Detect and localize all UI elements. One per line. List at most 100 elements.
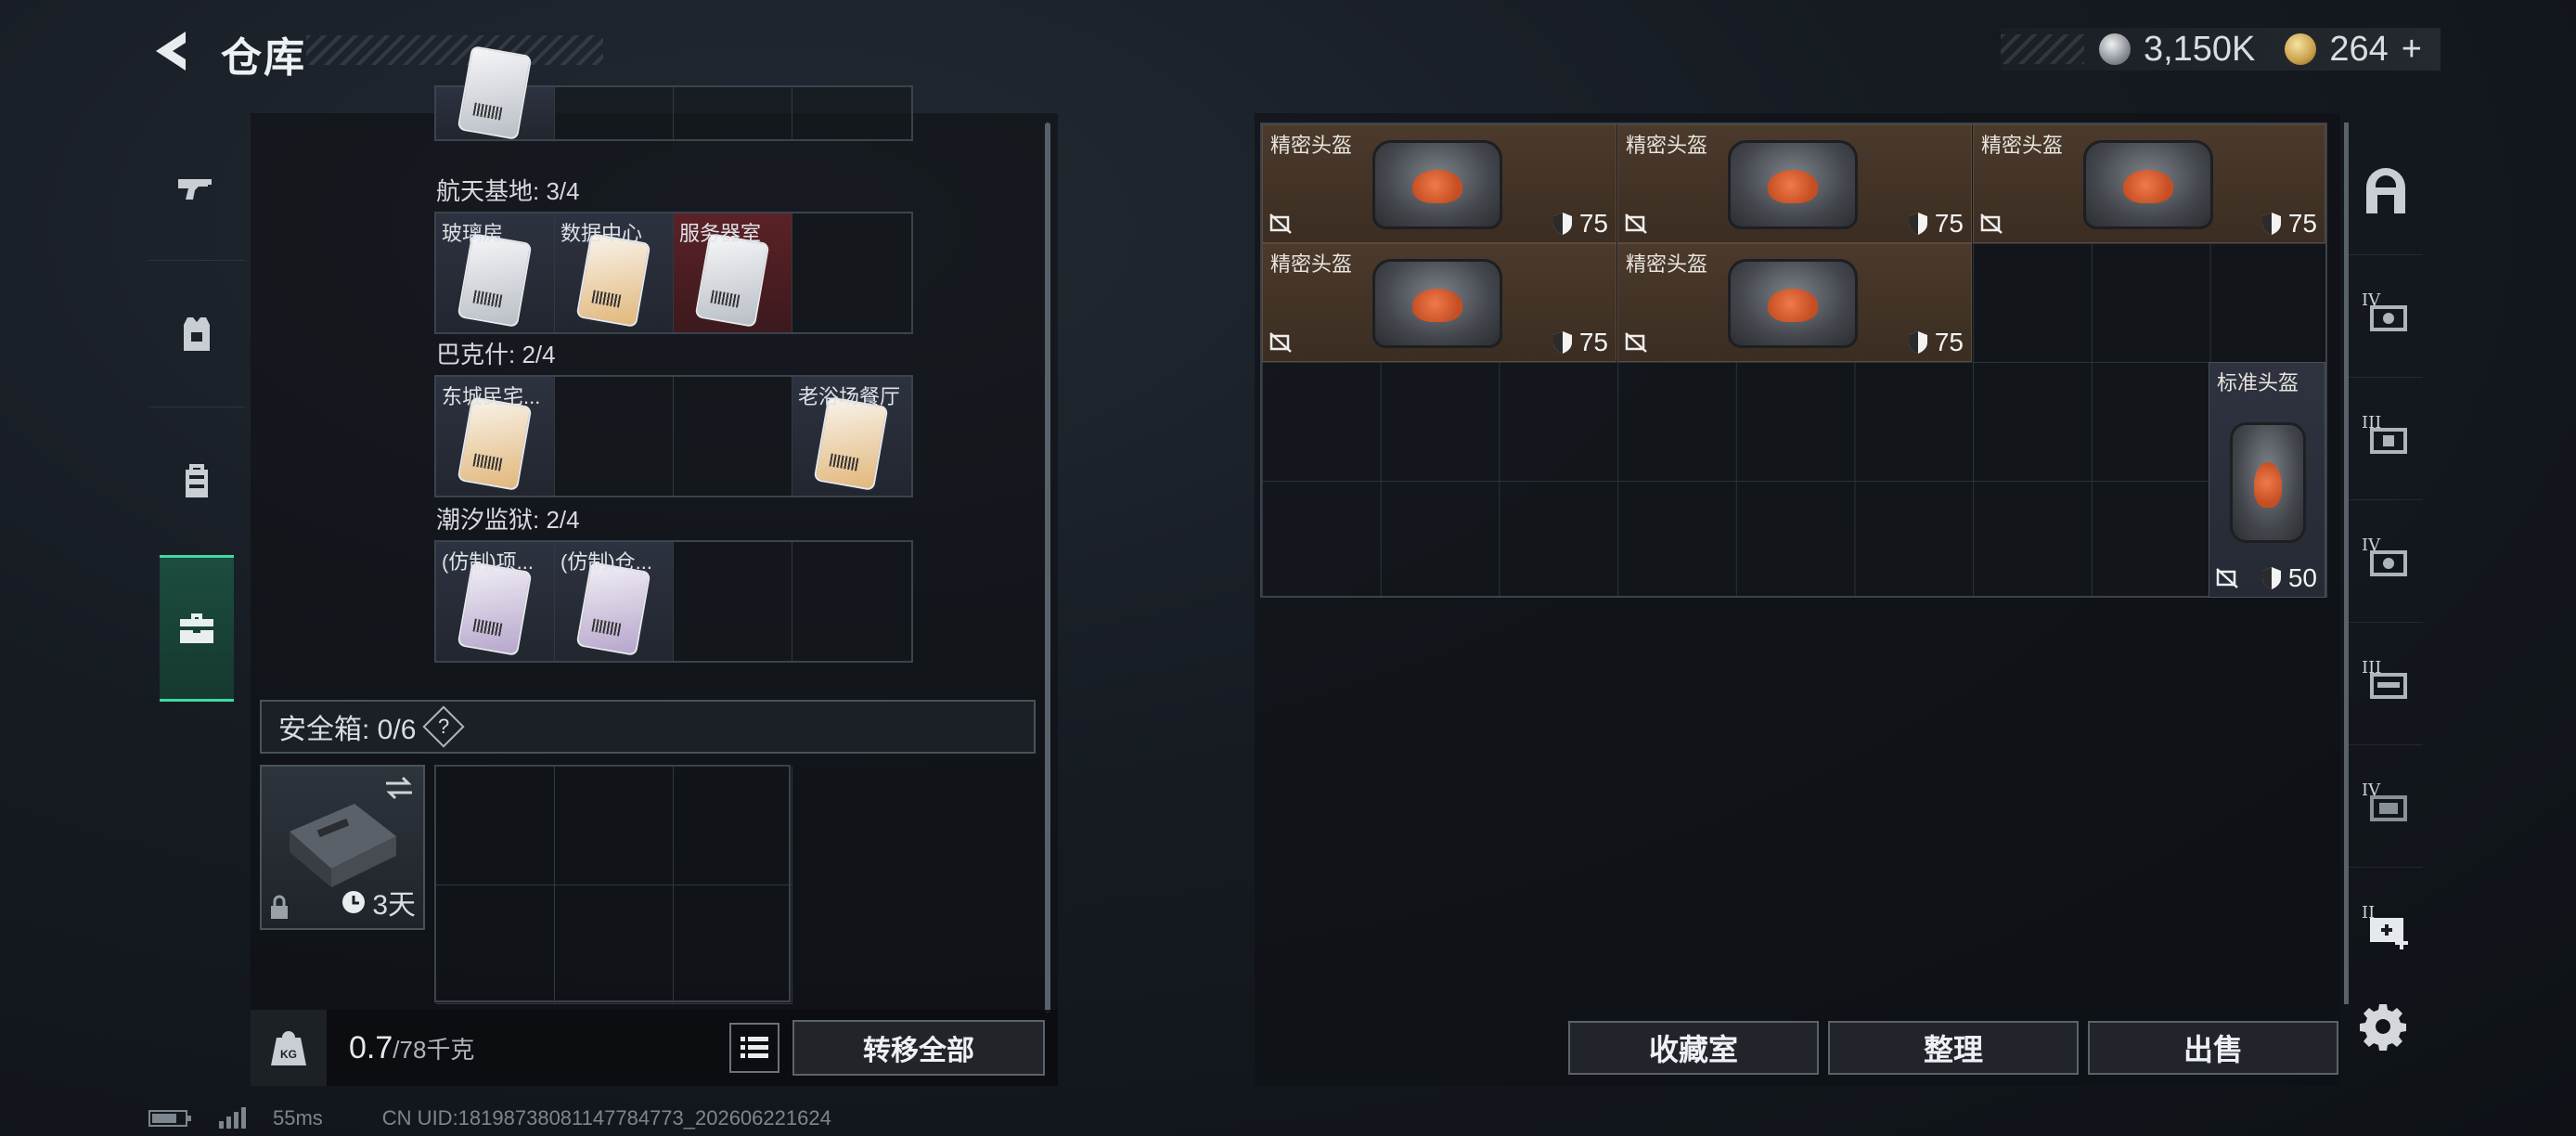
card-slot[interactable]: 东城民宅... xyxy=(436,377,555,496)
card-slot[interactable] xyxy=(674,542,792,661)
access-card-icon xyxy=(813,395,889,492)
access-card-icon xyxy=(457,561,533,657)
svg-text:KG: KG xyxy=(280,1048,297,1061)
status-footer: 55ms CN UID:18198738081147784773_2026062… xyxy=(148,1106,831,1130)
card-slot[interactable]: 老浴场餐厅 xyxy=(792,377,911,496)
access-card-icon xyxy=(457,395,533,492)
gold-amount: 264 xyxy=(2329,29,2389,69)
tab-page-3[interactable]: IV xyxy=(2349,499,2423,620)
scrollbar[interactable] xyxy=(1045,123,1050,1013)
helmet-icon xyxy=(1728,259,1858,348)
card-name: 数据中心 xyxy=(560,222,643,245)
no-trade-icon xyxy=(1269,213,1292,234)
card-slot[interactable] xyxy=(792,213,911,332)
item-name: 精密头盔 xyxy=(1270,252,1353,276)
durability: 75 xyxy=(2260,209,2317,239)
safe-slot[interactable] xyxy=(674,885,792,1004)
title-decoration xyxy=(306,35,603,65)
card-slot[interactable] xyxy=(674,377,792,496)
gun-icon xyxy=(178,179,212,200)
no-trade-icon xyxy=(1625,332,1647,353)
list-view-button[interactable] xyxy=(729,1023,779,1073)
shield-icon xyxy=(2261,567,2281,589)
card-slot[interactable] xyxy=(792,87,911,139)
durability-value: 75 xyxy=(2287,209,2317,238)
tier-label: III xyxy=(2362,658,2382,678)
no-trade-icon xyxy=(2216,568,2238,588)
card-name: 老浴场餐厅 xyxy=(798,385,901,408)
stash-item-helmet[interactable]: 精密头盔 75 xyxy=(1617,124,1972,243)
tab-add-page[interactable]: II xyxy=(2349,867,2423,988)
tab-armor[interactable] xyxy=(148,260,245,407)
page-title: 仓库 xyxy=(221,35,306,81)
stash-item-helmet[interactable]: 精密头盔 75 xyxy=(1617,243,1972,362)
item-name: 精密头盔 xyxy=(1626,134,1708,157)
durability-value: 75 xyxy=(1934,209,1964,238)
safe-slot[interactable] xyxy=(555,767,674,885)
safe-slot[interactable] xyxy=(555,885,674,1004)
card-slot[interactable] xyxy=(674,87,792,139)
add-currency-button[interactable]: + xyxy=(2402,30,2422,70)
card-row: (仿制)项... (仿制)仓... xyxy=(434,540,913,663)
currency-decoration xyxy=(2001,34,2084,64)
no-trade-icon xyxy=(1980,213,2003,234)
tab-home[interactable] xyxy=(2349,132,2423,252)
stash-panel: 精密头盔 75 精密头盔 75 精密头盔 75 精密头盔 75 精密头盔 75 xyxy=(1255,113,2340,1086)
group-label: 巴克什: 2/4 xyxy=(436,341,556,368)
stash-item-helmet[interactable]: 标准头盔 50 xyxy=(2209,362,2325,598)
sell-button[interactable]: 出售 xyxy=(2088,1021,2338,1075)
tab-page-1[interactable]: IV xyxy=(2349,254,2423,375)
gold-coin-icon xyxy=(2285,33,2317,65)
card-row-partial xyxy=(434,45,913,141)
weight-icon: KG xyxy=(251,1010,327,1086)
tab-page-2[interactable]: III xyxy=(2349,377,2423,497)
tier-label: II xyxy=(2362,903,2376,923)
swap-icon[interactable] xyxy=(382,774,416,802)
organize-button[interactable]: 整理 xyxy=(1828,1021,2079,1075)
card-slot[interactable] xyxy=(792,542,911,661)
tier-label: III xyxy=(2362,413,2382,432)
stash-actions: 收藏室 整理 出售 xyxy=(1568,1021,2338,1075)
card-slot[interactable] xyxy=(555,87,674,139)
access-card-icon xyxy=(457,45,533,141)
safe-box-item[interactable]: 3天 xyxy=(260,765,425,930)
signal-icon xyxy=(219,1107,246,1129)
tab-backpack[interactable] xyxy=(148,407,245,553)
backpack-icon xyxy=(186,463,208,497)
timer-text: 3天 xyxy=(372,890,416,921)
card-slot[interactable] xyxy=(555,377,674,496)
card-slot[interactable]: 服务器室 xyxy=(674,213,792,332)
card-slot[interactable]: (仿制)项... xyxy=(436,542,555,661)
tab-page-4[interactable]: III xyxy=(2349,622,2423,742)
back-button[interactable] xyxy=(148,28,195,74)
card-slot[interactable] xyxy=(436,45,555,141)
tab-storage[interactable] xyxy=(160,555,234,702)
card-slot[interactable]: 数据中心 xyxy=(555,213,674,332)
safe-slot[interactable] xyxy=(674,767,792,885)
toolbox-icon xyxy=(180,613,213,643)
access-card-icon xyxy=(575,232,651,329)
safe-slot[interactable] xyxy=(436,767,555,885)
safe-slot[interactable] xyxy=(436,885,555,1004)
no-trade-icon xyxy=(1625,213,1647,234)
transfer-all-button[interactable]: 转移全部 xyxy=(792,1020,1045,1076)
card-slot[interactable]: (仿制)仓... xyxy=(555,542,674,661)
collection-button[interactable]: 收藏室 xyxy=(1568,1021,1819,1075)
card-name: (仿制)仓... xyxy=(560,550,652,574)
weight-text: 0.7/78千克 xyxy=(349,1030,474,1066)
card-name: 玻璃房 xyxy=(442,222,504,245)
item-name: 精密头盔 xyxy=(1981,134,2064,157)
safe-box-grid xyxy=(434,765,792,1004)
access-card-icon xyxy=(575,561,651,657)
tier-label: IV xyxy=(2362,536,2381,555)
settings-gear-icon[interactable] xyxy=(2357,1000,2409,1052)
card-slot[interactable]: 玻璃房 xyxy=(436,213,555,332)
stash-page-tabs: IV III IV III IV II xyxy=(2344,123,2423,1004)
help-button[interactable]: ? xyxy=(422,705,466,748)
stash-item-helmet[interactable]: 精密头盔 75 xyxy=(1262,124,1616,243)
stash-item-helmet[interactable]: 精密头盔 75 xyxy=(1262,243,1616,362)
stash-item-helmet[interactable]: 精密头盔 75 xyxy=(1973,124,2325,243)
tab-page-5[interactable]: IV xyxy=(2349,744,2423,865)
tab-weapons[interactable] xyxy=(148,113,245,260)
card-name: 服务器室 xyxy=(679,222,762,245)
